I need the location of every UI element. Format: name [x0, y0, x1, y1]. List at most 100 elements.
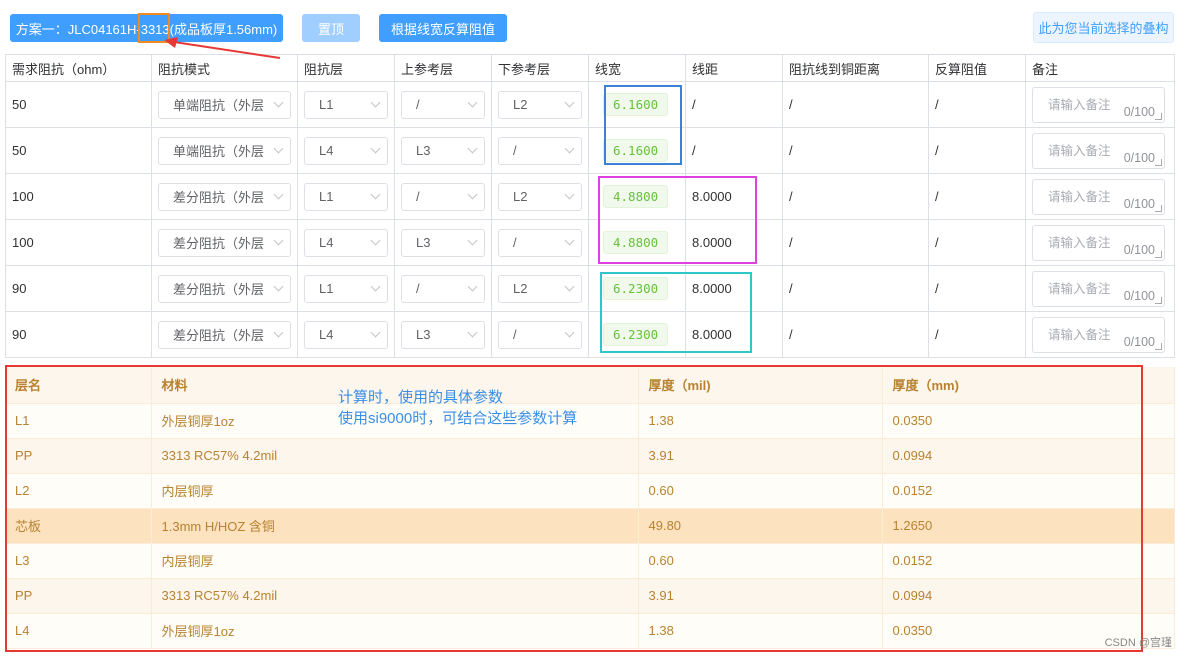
- impedance-layer-select[interactable]: L4: [304, 228, 388, 257]
- pin-top-label: 置顶: [317, 21, 344, 37]
- copper-distance: /: [782, 173, 929, 220]
- resize-handle-icon[interactable]: [1155, 158, 1162, 166]
- remark-textarea[interactable]: 请输入备注 0/100: [1032, 132, 1165, 169]
- lower-ref-select[interactable]: /: [498, 320, 582, 349]
- material: 1.3mm H/HOZ 含铜: [151, 508, 639, 544]
- resize-handle-icon[interactable]: [1155, 112, 1162, 120]
- chevron-down-icon: [564, 97, 575, 108]
- impedance-layer-select-value: L4: [319, 143, 334, 158]
- chevron-down-icon: [370, 235, 381, 246]
- resize-handle-icon[interactable]: [1155, 204, 1162, 212]
- remark-placeholder: 请输入备注: [1048, 189, 1111, 204]
- upper-ref-select-value: /: [416, 97, 420, 112]
- material: 外层铜厚1oz: [151, 613, 639, 649]
- impedance-layer-select[interactable]: L4: [304, 320, 388, 349]
- stackup-header-row: 层名 材料 厚度（mil) 厚度（mm): [5, 367, 1175, 404]
- material: 内层铜厚: [151, 543, 639, 579]
- chevron-down-icon: [564, 281, 575, 292]
- impedance-mode-select[interactable]: 差分阻抗（外层: [158, 182, 291, 211]
- upper-ref-select[interactable]: /: [401, 274, 485, 303]
- upper-ref-select[interactable]: /: [401, 90, 485, 119]
- lower-ref-select-value: /: [513, 143, 517, 158]
- stackup-row: 芯板 1.3mm H/HOZ 含铜 49.80 1.2650: [5, 508, 1175, 544]
- resize-handle-icon[interactable]: [1155, 342, 1162, 350]
- impedance-layer-select[interactable]: L1: [304, 274, 388, 303]
- current-stack-button[interactable]: 此为您当前选择的叠构: [1033, 12, 1174, 43]
- pin-top-button[interactable]: 置顶: [302, 14, 360, 42]
- col-layer-name: 层名: [5, 367, 152, 404]
- col-reverse-value: 反算阻值: [928, 54, 1026, 82]
- impedance-row: 100 差分阻抗（外层 L1/L2 4.8800 8.0000// 请输入备注 0/100: [5, 173, 1175, 220]
- chevron-down-icon: [467, 281, 478, 292]
- remark-textarea[interactable]: 请输入备注 0/100: [1032, 86, 1165, 123]
- chevron-down-icon: [467, 235, 478, 246]
- layer-name: L3: [5, 543, 152, 579]
- lower-ref-select-value: L2: [513, 189, 528, 204]
- remark-counter: 0/100: [1123, 104, 1155, 119]
- impedance-layer-select[interactable]: L1: [304, 182, 388, 211]
- remark-textarea[interactable]: 请输入备注 0/100: [1032, 178, 1165, 215]
- impedance-mode-select-value: 差分阻抗（外层: [173, 282, 265, 297]
- lower-ref-select-value: L2: [513, 97, 528, 112]
- chevron-down-icon: [564, 189, 575, 200]
- remark-textarea[interactable]: 请输入备注 0/100: [1032, 316, 1165, 353]
- upper-ref-select[interactable]: /: [401, 182, 485, 211]
- thickness-mil: 0.60: [638, 543, 883, 579]
- lower-ref-select[interactable]: /: [498, 136, 582, 165]
- impedance-layer-select[interactable]: L1: [304, 90, 388, 119]
- thickness-mm: 1.2650: [882, 508, 1175, 544]
- lower-ref-select[interactable]: L2: [498, 182, 582, 211]
- remark-counter: 0/100: [1123, 196, 1155, 211]
- resize-handle-icon[interactable]: [1155, 296, 1162, 304]
- lower-ref-select[interactable]: L2: [498, 90, 582, 119]
- impedance-row: 90 差分阻抗（外层 L4 L3/6.2300 8.0000// 请输入备注 0/100: [5, 311, 1175, 358]
- watermark: CSDN @宫瑾: [1104, 637, 1172, 649]
- remark-textarea[interactable]: 请输入备注 0/100: [1032, 224, 1165, 261]
- col-thickness-mil: 厚度（mil): [638, 367, 883, 404]
- material: 3313 RC57% 4.2mil: [151, 438, 639, 474]
- stackup-row: L3 内层铜厚 0.60 0.0152: [5, 543, 1175, 579]
- copper-distance: /: [782, 127, 929, 174]
- chevron-down-icon: [273, 143, 284, 154]
- reverse-calc-button[interactable]: 根据线宽反算阻值: [379, 14, 507, 42]
- chevron-down-icon: [467, 143, 478, 154]
- stackup-row: PP 3313 RC57% 4.2mil 3.91 0.0994: [5, 578, 1175, 614]
- upper-ref-select[interactable]: L3: [401, 320, 485, 349]
- impedance-layer-select[interactable]: L4: [304, 136, 388, 165]
- line-width-tag: 4.8800: [603, 185, 669, 208]
- layer-name: PP: [5, 578, 152, 614]
- thickness-mm: 0.0152: [882, 543, 1175, 579]
- impedance-row: 50 单端阻抗（外层 L1/L2 6.1600// / 请输入备注 0/100: [5, 81, 1175, 128]
- stackup-row: L4 外层铜厚1oz 1.38 0.0350: [5, 613, 1175, 649]
- lower-ref-select-value: /: [513, 327, 517, 342]
- line-space: 8.0000: [685, 311, 783, 358]
- thickness-mil: 1.38: [638, 613, 883, 649]
- col-impedance-layer: 阻抗层: [297, 54, 395, 82]
- lower-ref-select-value: L2: [513, 281, 528, 296]
- impedance-layer-select-value: L1: [319, 97, 334, 112]
- line-space: 8.0000: [685, 219, 783, 266]
- impedance-mode-select[interactable]: 差分阻抗（外层: [158, 320, 291, 349]
- impedance-mode-select[interactable]: 差分阻抗（外层: [158, 228, 291, 257]
- impedance-mode-select[interactable]: 单端阻抗（外层: [158, 90, 291, 119]
- impedance-mode-select[interactable]: 差分阻抗（外层: [158, 274, 291, 303]
- impedance-row: 90 差分阻抗（外层 L1/L2 6.2300 8.0000// 请输入备注 0/100: [5, 265, 1175, 312]
- upper-ref-select-value: /: [416, 281, 420, 296]
- remark-counter: 0/100: [1123, 334, 1155, 349]
- reverse-value: /: [928, 311, 1026, 358]
- remark-counter: 0/100: [1123, 242, 1155, 257]
- upper-ref-select[interactable]: L3: [401, 136, 485, 165]
- line-space: /: [685, 127, 783, 174]
- remark-textarea[interactable]: 请输入备注 0/100: [1032, 270, 1165, 307]
- impedance-layer-select-value: L1: [319, 189, 334, 204]
- thickness-mm: 0.0350: [882, 403, 1175, 439]
- impedance-mode-select-value: 差分阻抗（外层: [173, 236, 265, 251]
- upper-ref-select[interactable]: L3: [401, 228, 485, 257]
- lower-ref-select[interactable]: L2: [498, 274, 582, 303]
- line-space: 8.0000: [685, 173, 783, 220]
- material: 3313 RC57% 4.2mil: [151, 578, 639, 614]
- resize-handle-icon[interactable]: [1155, 250, 1162, 258]
- reverse-calc-label: 根据线宽反算阻值: [390, 21, 495, 37]
- lower-ref-select[interactable]: /: [498, 228, 582, 257]
- impedance-mode-select[interactable]: 单端阻抗（外层: [158, 136, 291, 165]
